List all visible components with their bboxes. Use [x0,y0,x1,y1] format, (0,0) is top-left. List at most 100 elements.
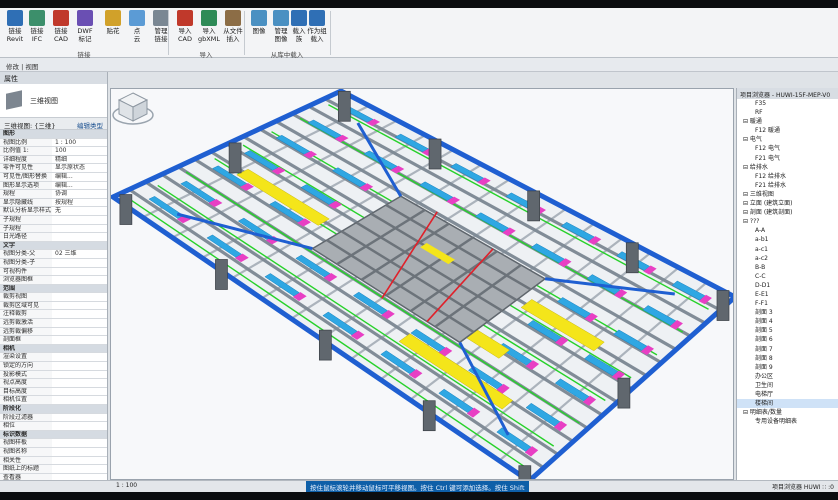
property-value[interactable]: 100 [52,147,107,155]
instance-selector[interactable]: 三维视图: {三维} 编辑类型 [0,118,107,130]
property-row[interactable]: 规程 协调 [0,190,107,199]
property-row[interactable]: 图纸上的标题 [0,465,107,474]
browser-item[interactable]: F-F1 [737,299,838,308]
browser-item[interactable]: ⊟ 暖通 [737,117,838,126]
browser-item[interactable]: 剖面 8 [737,354,838,363]
browser-item[interactable]: 剖面 7 [737,345,838,354]
property-row[interactable]: 零件可见性 显示原状态 [0,164,107,173]
browser-item[interactable]: B-B [737,263,838,272]
property-row[interactable]: 相关性 [0,456,107,466]
property-row[interactable]: 视图名称 [0,447,107,457]
property-row[interactable]: 可视构件 [0,267,107,277]
property-value[interactable]: 1 : 100 [52,138,107,147]
property-value[interactable] [52,310,107,319]
property-row[interactable]: 视图比例 1 : 100 [0,138,107,148]
property-value[interactable] [52,353,107,362]
property-value[interactable] [52,387,107,396]
property-row[interactable]: 目标高度 [0,387,107,397]
property-row[interactable]: 阶段过滤器 [0,413,107,423]
property-value[interactable] [52,439,107,447]
property-value[interactable] [52,465,107,473]
property-row[interactable]: 图形显示选项 编辑... [0,181,107,191]
3d-viewport[interactable] [110,88,734,480]
property-row[interactable]: 视图分类-父 02 三维 [0,250,107,259]
property-value[interactable] [52,224,107,233]
property-value[interactable] [52,293,107,301]
ribbon-button-5[interactable]: 点 云 [124,10,150,48]
edit-type-button[interactable]: 编辑类型 [77,120,103,130]
property-row[interactable]: 默认分析显示样式无 [0,207,107,216]
property-value[interactable] [52,233,107,241]
property-row[interactable]: 可见性/图形替换 编辑... [0,172,107,182]
browser-item[interactable]: F12 电气 [737,144,838,153]
property-value[interactable] [52,267,107,276]
browser-item[interactable]: ⊟ 立面 (建筑立面) [737,199,838,208]
property-value[interactable] [52,456,107,465]
ribbon-button-8[interactable]: 导入 gbXML [196,10,222,48]
property-value[interactable] [52,327,107,336]
property-value[interactable] [52,370,107,379]
browser-item[interactable]: 剖面 6 [737,335,838,344]
property-value[interactable] [52,319,107,327]
browser-item[interactable]: F12 给排水 [737,172,838,181]
property-row[interactable]: 详细程度 精细 [0,155,107,165]
browser-item[interactable]: ⊟ 电气 [737,135,838,144]
view-scale[interactable]: 1 : 100 [116,482,137,489]
browser-item[interactable]: ⊟ 三维视图 [737,190,838,199]
browser-item[interactable]: RF [737,108,838,117]
type-selector[interactable]: 三维视图 [0,84,107,118]
property-row[interactable]: 比例值 1: 100 [0,147,107,156]
browser-item[interactable]: 剖面 5 [737,326,838,335]
property-value[interactable] [52,413,107,422]
browser-item[interactable]: 剖面 4 [737,317,838,326]
property-row[interactable]: 锁定的方向 [0,362,107,371]
property-row[interactable]: 日光路径 [0,233,107,242]
browser-item[interactable]: ⊟ 给排水 [737,163,838,172]
browser-item[interactable]: 剖面 9 [737,363,838,372]
property-value[interactable] [52,362,107,370]
browser-item[interactable]: a-c2 [737,254,838,263]
browser-item[interactable]: 楼梯间 [737,399,838,409]
property-row[interactable]: 视图分类-子 [0,258,107,268]
property-row[interactable]: 显示隐藏线 按规程 [0,198,107,208]
browser-item[interactable]: a-b1 [737,235,838,244]
browser-item[interactable]: C-C [737,272,838,281]
ribbon-button-2[interactable]: 链接 CAD [48,10,74,48]
browser-item[interactable]: F35 [737,99,838,108]
property-value[interactable] [52,422,107,430]
browser-item[interactable]: F21 给排水 [737,181,838,190]
property-value[interactable]: 精细 [52,155,107,164]
browser-item[interactable]: ⊟ 明细表/数量 [737,408,838,417]
property-row[interactable]: 裁剪视图 [0,293,107,302]
property-value[interactable]: 按规程 [52,198,107,207]
browser-item[interactable]: a-c1 [737,245,838,254]
property-row[interactable]: 相位 [0,422,107,431]
property-row[interactable]: 投影模式 [0,370,107,380]
browser-item[interactable]: F21 电气 [737,154,838,163]
property-row[interactable]: 视点高度 [0,379,107,388]
property-value[interactable] [52,276,107,284]
property-row[interactable]: 子规程 [0,224,107,234]
property-row[interactable]: 裁剪区域可见 [0,301,107,311]
browser-item[interactable]: 办公区 [737,372,838,381]
property-value[interactable] [52,301,107,310]
bim-model-canvas[interactable] [111,89,734,480]
ribbon-button-1[interactable]: 链接 IFC [24,10,50,48]
browser-item[interactable]: 剖面 3 [737,308,838,317]
property-value[interactable]: 协调 [52,190,107,198]
browser-item[interactable]: 专用设备明细表 [737,417,838,426]
property-value[interactable] [52,258,107,267]
ribbon-button-9[interactable]: 从文件 插入 [220,10,246,48]
property-value[interactable]: 编辑... [52,181,107,190]
property-row[interactable]: 剖面框 [0,336,107,345]
browser-item[interactable]: A-A [737,226,838,235]
property-value[interactable]: 02 三维 [52,250,107,258]
browser-item[interactable]: E-E1 [737,290,838,299]
viewcube-icon[interactable] [111,89,155,127]
browser-item[interactable]: ⊟ 剖面 (建筑剖面) [737,208,838,217]
property-value[interactable]: 编辑... [52,172,107,181]
property-value[interactable]: 无 [52,207,107,215]
property-row[interactable]: 远剪裁偏移 [0,327,107,337]
property-row[interactable]: 视图样板 [0,439,107,448]
property-value[interactable] [52,336,107,344]
